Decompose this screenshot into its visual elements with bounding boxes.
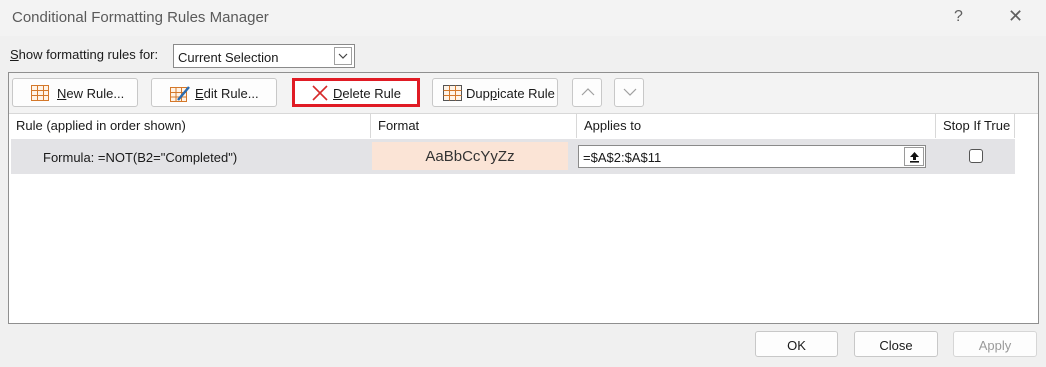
rule-formula: Formula: =NOT(B2="Completed")	[43, 150, 238, 165]
close-label: Close	[879, 338, 913, 353]
applies-to-input[interactable]: =$A$2:$A$11	[578, 145, 926, 168]
close-icon[interactable]: ✕	[1008, 6, 1023, 27]
edit-rule-label-text: dit Rule...	[203, 86, 259, 101]
new-rule-label-text: ew Rule...	[66, 86, 125, 101]
chevron-down-icon	[623, 88, 637, 96]
rules-toolbar: New Rule... Edit Rule... Delete Rule Dup…	[9, 73, 1038, 114]
table-row[interactable]: Formula: =NOT(B2="Completed") AaBbCcYyZz…	[11, 139, 1015, 174]
column-header-format[interactable]: Format	[371, 114, 577, 138]
delete-x-icon	[311, 84, 329, 105]
column-header-rule-label: Rule (applied in order shown)	[16, 118, 186, 133]
stop-if-true-checkbox[interactable]	[969, 149, 983, 163]
upload-arrow-icon	[910, 152, 919, 163]
conditional-formatting-dialog: Conditional Formatting Rules Manager ? ✕…	[0, 0, 1046, 367]
move-up-button[interactable]	[572, 78, 602, 107]
duplicate-rule-label: Duppicate Rule	[466, 86, 555, 101]
ok-label: OK	[787, 338, 806, 353]
column-header-format-label: Format	[378, 118, 420, 133]
show-rules-value: Current Selection	[178, 50, 279, 65]
chevron-up-icon	[581, 88, 595, 96]
duplicate-rule-label-b: icate Rule	[497, 86, 555, 101]
show-rules-label-text: how formatting rules for:	[18, 47, 159, 62]
applies-to-value: =$A$2:$A$11	[583, 150, 662, 165]
title-bar: Conditional Formatting Rules Manager ? ✕	[0, 0, 1046, 36]
new-rule-label: New Rule...	[57, 86, 125, 101]
show-rules-dropdown[interactable]: Current Selection	[173, 44, 355, 68]
edit-rule-button[interactable]: Edit Rule...	[151, 78, 277, 107]
edit-rule-label: Edit Rule...	[195, 86, 259, 101]
move-down-button[interactable]	[614, 78, 644, 107]
format-preview: AaBbCcYyZz	[372, 142, 568, 170]
close-button[interactable]: Close	[854, 331, 938, 357]
apply-label: Apply	[978, 338, 1012, 353]
format-preview-text: AaBbCcYyZz	[425, 148, 515, 165]
column-header-applies-to[interactable]: Applies to	[577, 114, 936, 138]
delete-rule-button[interactable]: Delete Rule	[292, 78, 420, 107]
ok-button[interactable]: OK	[755, 331, 838, 357]
delete-rule-label: Delete Rule	[333, 86, 401, 101]
dialog-title: Conditional Formatting Rules Manager	[12, 9, 269, 26]
rules-panel: New Rule... Edit Rule... Delete Rule Dup…	[8, 72, 1039, 324]
duplicate-rule-label-a: Dup	[466, 86, 490, 101]
column-header-stop-if-true-label: Stop If True	[943, 118, 1011, 133]
chevron-down-icon[interactable]	[334, 47, 352, 65]
table-duplicate-icon	[443, 85, 463, 104]
table-add-icon	[31, 85, 49, 104]
column-header-applies-to-label: Applies to	[584, 118, 642, 133]
collapse-range-button[interactable]	[904, 147, 924, 166]
duplicate-rule-button[interactable]: Duppicate Rule	[432, 78, 558, 107]
column-header-stop-if-true[interactable]: Stop If True	[936, 114, 1015, 138]
column-header-rule[interactable]: Rule (applied in order shown)	[9, 114, 371, 138]
apply-button[interactable]: Apply	[953, 331, 1037, 357]
rules-table-header: Rule (applied in order shown) Format App…	[9, 114, 1038, 138]
delete-rule-label-text: elete Rule	[342, 86, 401, 101]
new-rule-button[interactable]: New Rule...	[12, 78, 138, 107]
help-icon[interactable]: ?	[954, 8, 963, 26]
table-edit-icon	[170, 85, 190, 106]
show-rules-label: Show formatting rules for:	[10, 47, 159, 62]
